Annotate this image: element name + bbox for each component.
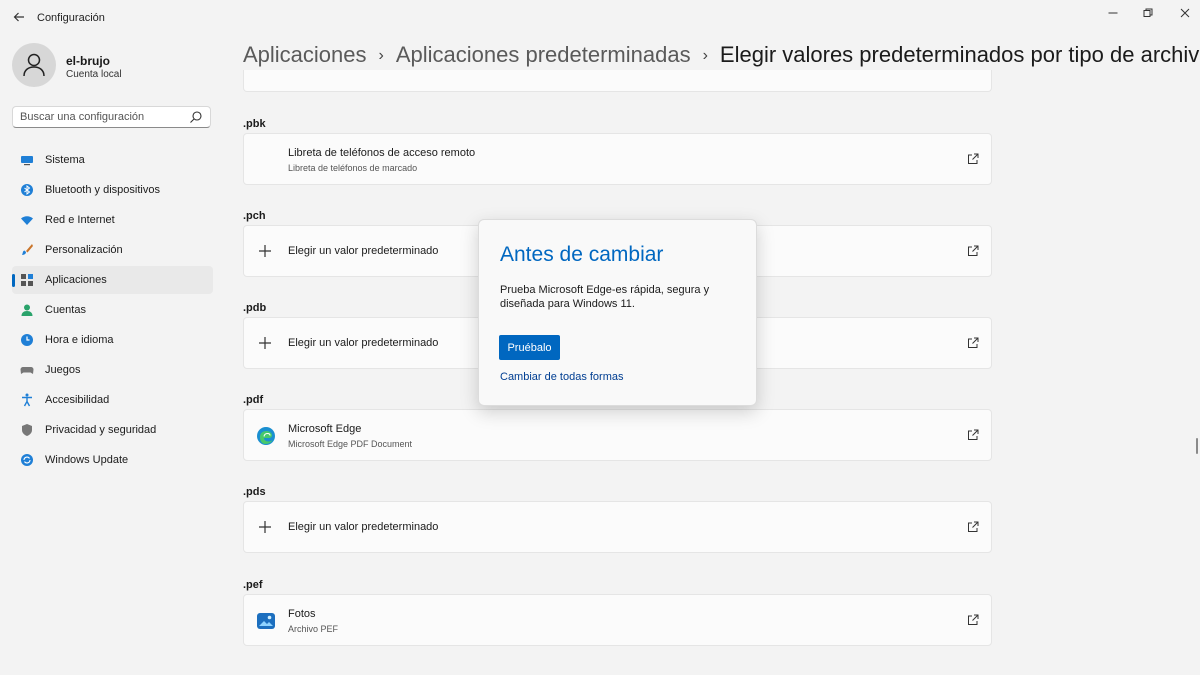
arrow-left-icon <box>13 12 24 22</box>
breadcrumb-item-predeterminadas[interactable]: Aplicaciones predeterminadas <box>396 42 691 67</box>
scrollbar-thumb[interactable] <box>1196 438 1198 454</box>
sidebar-item-label: Hora e idioma <box>45 334 114 346</box>
open-external-icon <box>968 337 979 348</box>
extension-label: .pds <box>243 486 266 498</box>
shield-icon <box>22 424 32 436</box>
file-description: Archivo PEF <box>288 624 339 634</box>
page-title: Elegir valores predeterminados por tipo … <box>719 42 1200 67</box>
open-external-icon <box>968 614 979 625</box>
sidebar-item-aplicaciones[interactable]: Aplicaciones <box>12 266 213 294</box>
filetype-card-pbk[interactable]: Libreta de teléfonos de acceso remoto Li… <box>243 133 992 185</box>
sidebar-item-privacidad[interactable]: Privacidad y seguridad <box>12 416 213 444</box>
sidebar-item-juegos[interactable]: Juegos <box>12 356 213 384</box>
open-external-icon <box>968 521 979 532</box>
filetype-card-partial[interactable] <box>243 70 992 92</box>
edge-prompt-dialog: Antes de cambiar Prueba Microsoft Edge-e… <box>478 219 757 406</box>
apps-icon <box>21 274 33 286</box>
filetype-card-pef[interactable]: Fotos Archivo PEF <box>243 594 992 646</box>
open-external-icon <box>968 153 979 164</box>
accessibility-icon <box>22 393 32 407</box>
switch-anyway-link[interactable]: Cambiar de todas formas <box>500 371 624 383</box>
sidebar-item-label: Cuentas <box>45 304 86 316</box>
person-icon <box>21 304 33 316</box>
sidebar-item-label: Accesibilidad <box>45 394 110 406</box>
title-bar: Configuración <box>0 0 1200 36</box>
sidebar-nav: Sistema Bluetooth y dispositivos Red e I… <box>12 146 213 476</box>
sidebar-item-bluetooth[interactable]: Bluetooth y dispositivos <box>12 176 213 204</box>
wifi-icon <box>21 216 33 225</box>
gamepad-icon <box>20 367 34 374</box>
file-description: Libreta de teléfonos de marcado <box>288 163 418 173</box>
photos-icon <box>257 613 275 629</box>
plus-icon <box>259 521 271 533</box>
sidebar-item-label: Bluetooth y dispositivos <box>45 184 160 196</box>
sidebar-item-cuentas[interactable]: Cuentas <box>12 296 213 324</box>
restore-icon <box>1143 8 1153 17</box>
dialog-body: Prueba Microsoft Edge-es rápida, segura … <box>500 284 710 310</box>
search-box[interactable] <box>12 106 211 128</box>
app-name: Fotos <box>288 608 316 620</box>
app-name: Libreta de teléfonos de acceso remoto <box>288 147 476 159</box>
sidebar-item-label: Sistema <box>45 154 85 166</box>
edge-icon <box>257 427 275 445</box>
user-name: el-brujo <box>66 54 110 68</box>
plus-icon <box>259 337 271 349</box>
chevron-right-icon: › <box>378 47 384 64</box>
close-button[interactable] <box>1172 4 1198 22</box>
sidebar-item-red[interactable]: Red e Internet <box>12 206 213 234</box>
window-title: Configuración <box>37 12 105 24</box>
sidebar-item-accesibilidad[interactable]: Accesibilidad <box>12 386 213 414</box>
plus-icon <box>259 245 271 257</box>
sidebar-item-label: Privacidad y seguridad <box>45 424 157 436</box>
breadcrumb: Aplicaciones › Aplicaciones predeterminada… <box>243 42 1200 68</box>
extension-label: .pdf <box>243 394 264 406</box>
sidebar-item-sistema[interactable]: Sistema <box>12 146 213 174</box>
globe-clock-icon <box>21 334 33 346</box>
extension-label: .pbk <box>243 118 266 130</box>
extension-label: .pch <box>243 210 266 222</box>
open-external-icon <box>968 429 979 440</box>
sidebar-item-label: Juegos <box>45 364 81 376</box>
dialog-title: Antes de cambiar <box>500 243 664 266</box>
sidebar-item-hora[interactable]: Hora e idioma <box>12 326 213 354</box>
sidebar-item-label: Windows Update <box>45 454 129 466</box>
breadcrumb-item-aplicaciones[interactable]: Aplicaciones <box>243 42 367 67</box>
bluetooth-icon <box>21 184 33 196</box>
app-name: Microsoft Edge <box>288 423 362 435</box>
account-type: Cuenta local <box>66 69 122 80</box>
extension-label: .pdb <box>243 302 267 314</box>
monitor-icon <box>21 156 33 166</box>
restore-button[interactable] <box>1135 4 1161 22</box>
search-input[interactable] <box>20 109 180 125</box>
open-external-icon <box>968 245 979 256</box>
sidebar-item-label: Personalización <box>45 244 123 256</box>
minimize-button[interactable] <box>1100 4 1126 22</box>
minimize-icon <box>1108 12 1118 14</box>
choose-default-label: Elegir un valor predeterminado <box>288 245 439 257</box>
try-edge-button[interactable]: Pruébalo <box>499 335 560 360</box>
extension-label: .pef <box>243 579 263 591</box>
sidebar-item-windows-update[interactable]: Windows Update <box>12 446 213 474</box>
choose-default-label: Elegir un valor predeterminado <box>288 337 439 349</box>
choose-default-label: Elegir un valor predeterminado <box>288 521 439 533</box>
back-button[interactable] <box>8 6 30 28</box>
avatar[interactable] <box>12 43 56 87</box>
close-icon <box>1180 8 1190 18</box>
chevron-right-icon: › <box>702 47 708 64</box>
brush-icon <box>22 244 33 255</box>
update-icon <box>21 454 33 466</box>
person-icon <box>23 53 45 77</box>
filetype-card-pdf[interactable]: Microsoft Edge Microsoft Edge PDF Docume… <box>243 409 992 461</box>
sidebar-item-label: Red e Internet <box>45 214 115 226</box>
sidebar-item-personalizacion[interactable]: Personalización <box>12 236 213 264</box>
filetype-card-pds[interactable]: Elegir un valor predeterminado <box>243 501 992 553</box>
search-icon[interactable] <box>189 110 203 124</box>
sidebar-item-label: Aplicaciones <box>45 274 107 286</box>
file-description: Microsoft Edge PDF Document <box>288 439 413 449</box>
